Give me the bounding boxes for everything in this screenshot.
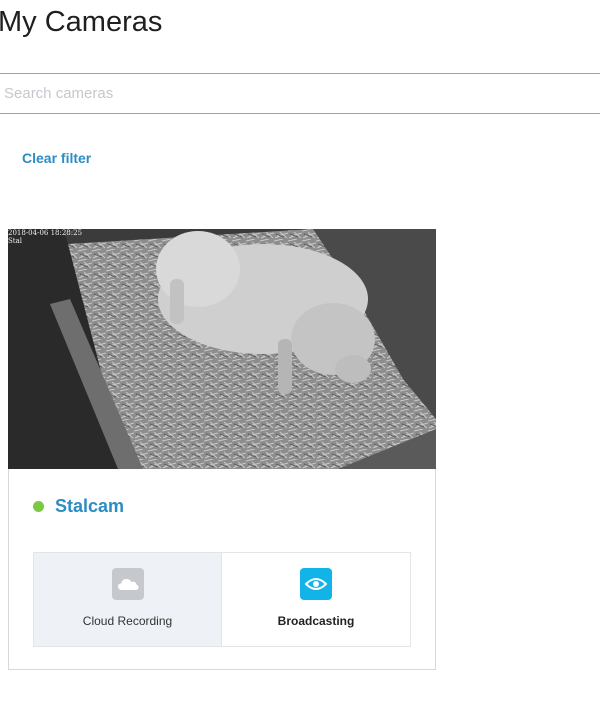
camera-thumbnail[interactable]: 2018-04-06 18:28:25 Stal	[8, 229, 436, 469]
search-input[interactable]	[4, 74, 594, 113]
camera-features: Cloud Recording Broadcasting	[33, 552, 411, 647]
camera-card: 2018-04-06 18:28:25 Stal Stalcam Cloud R…	[8, 229, 436, 670]
cloud-icon	[111, 568, 144, 600]
cloud-recording-button[interactable]: Cloud Recording	[34, 553, 222, 646]
camera-snapshot-image	[8, 229, 436, 469]
search-bar	[0, 73, 600, 114]
page-title: My Cameras	[0, 6, 163, 38]
thumbnail-overlay: 2018-04-06 18:28:25 Stal	[8, 229, 82, 245]
camera-name-link[interactable]: Stalcam	[55, 496, 124, 517]
thumbnail-timestamp: 2018-04-06 18:28:25	[8, 229, 83, 237]
online-status-dot	[33, 501, 44, 512]
broadcasting-button[interactable]: Broadcasting	[222, 553, 410, 646]
cloud-recording-label: Cloud Recording	[82, 614, 173, 628]
clear-filter-link[interactable]: Clear filter	[22, 150, 91, 166]
eye-icon	[300, 568, 332, 600]
broadcasting-label: Broadcasting	[277, 614, 355, 628]
thumbnail-label: Stal	[8, 237, 23, 245]
